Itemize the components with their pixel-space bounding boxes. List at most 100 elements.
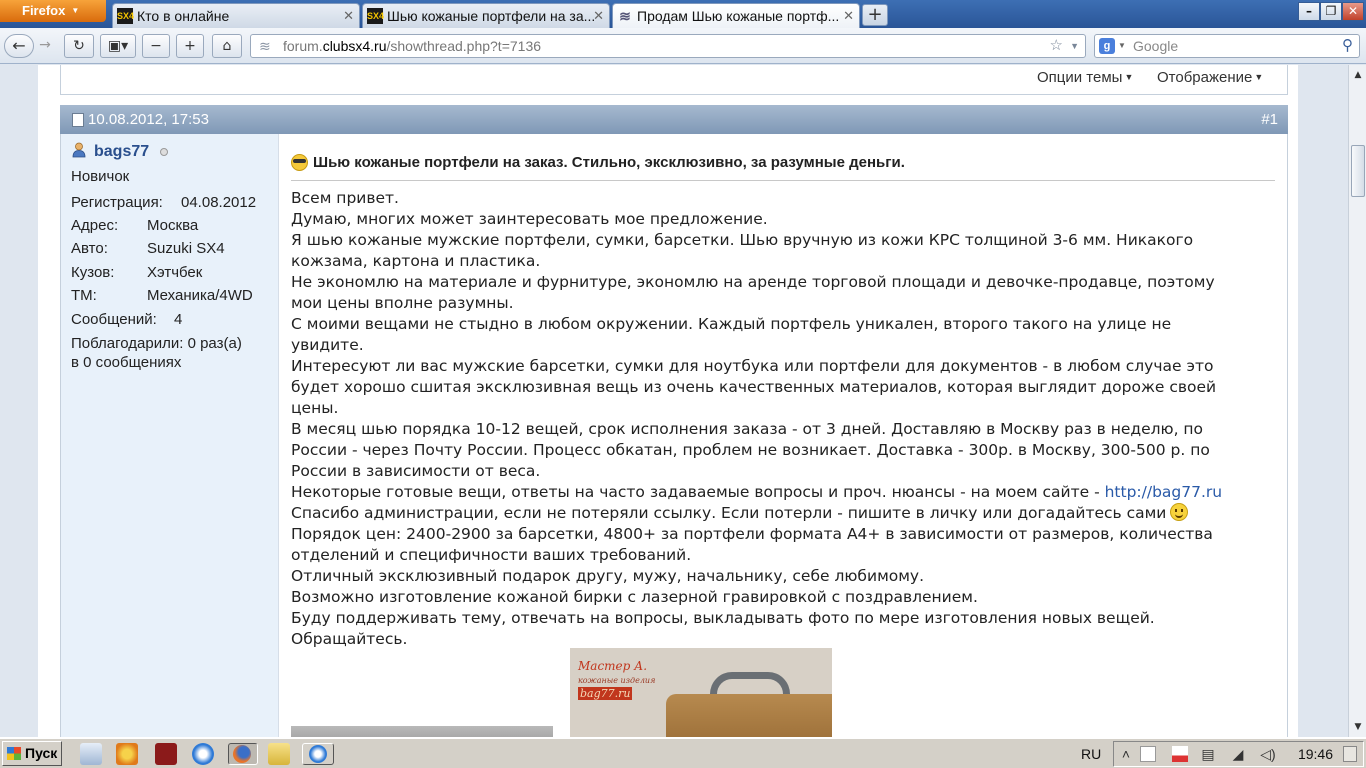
show-desktop-icon[interactable] <box>80 743 102 765</box>
post-document-icon <box>72 113 84 127</box>
back-button[interactable]: ← <box>4 34 34 58</box>
post-header: 10.08.2012, 17:53 #1 <box>60 105 1288 134</box>
post-line: мои цены вполне разумны. <box>291 294 514 312</box>
transmission-label: ТМ: <box>71 287 97 304</box>
address-label: Адрес: <box>71 217 119 234</box>
notification-icon[interactable] <box>1140 746 1156 762</box>
bookmarks-button[interactable]: ▣▾ <box>100 34 136 58</box>
skype-taskbar-icon[interactable] <box>302 743 334 765</box>
post-line: Обращайтесь. <box>291 630 408 648</box>
show-hidden-icons-icon[interactable]: ˄ <box>1118 746 1134 762</box>
taskbar-clock[interactable]: 19:46 <box>1298 746 1333 762</box>
body-type-label: Кузов: <box>71 264 115 281</box>
forward-button[interactable]: → <box>34 34 56 58</box>
volume-icon[interactable]: ◁) <box>1260 746 1276 762</box>
restore-button[interactable]: ❐ <box>1320 2 1342 21</box>
file-manager-icon[interactable] <box>155 743 177 765</box>
url-bar[interactable]: ≋ forum.clubsx4.ru/showthread.php?t=7136… <box>250 34 1086 58</box>
thread-options-menu[interactable]: Опции темы ▼ <box>1037 69 1133 86</box>
post-line: Порядок цен: 2400-2900 за барсетки, 4800… <box>291 525 1213 543</box>
search-placeholder: Google <box>1133 38 1179 54</box>
windows-logo-icon <box>7 747 21 760</box>
show-desktop-button-icon[interactable] <box>1343 746 1357 762</box>
start-button[interactable]: Пуск <box>2 741 62 766</box>
new-tab-button[interactable]: + <box>862 4 888 26</box>
skype-icon <box>309 745 327 763</box>
start-label: Пуск <box>25 745 58 761</box>
thanks-admin-text: Спасибо администрации, если не потеряли … <box>291 504 1167 522</box>
page-viewport: Опции темы ▼ Отображение ▼ 10.08.2012, 17:… <box>0 65 1348 737</box>
signal-strength-icon[interactable]: ◢ <box>1230 746 1246 762</box>
search-icon[interactable]: ⚲ <box>1342 35 1353 57</box>
antivirus-icon[interactable] <box>1172 746 1188 762</box>
home-icon: ⌂ <box>222 38 232 54</box>
post-line: Буду поддерживать тему, отвечать на вопр… <box>291 609 1155 627</box>
url-prefix: forum. <box>283 38 323 54</box>
master-logo: Мастер А. кожаные изделия bag77.ru <box>578 660 655 700</box>
media-player-icon[interactable] <box>116 743 138 765</box>
system-tray: ˄ ▤ ◢ ◁) 19:46 <box>1113 741 1364 767</box>
posts-count-label: Сообщений: <box>71 311 157 328</box>
network-adapter-icon[interactable]: ▤ <box>1200 746 1216 762</box>
chevron-down-icon: ▼ <box>71 6 80 15</box>
post-line: будет хорошо сшитая эксклюзивная вещь из… <box>291 378 1217 396</box>
cool-smiley-icon <box>291 154 308 171</box>
username-link[interactable]: bags77 <box>94 143 149 161</box>
close-tab-icon[interactable]: ✕ <box>843 4 854 28</box>
firefox-menu-button[interactable]: Firefox ▼ <box>0 0 106 22</box>
folder-icon[interactable] <box>268 743 290 765</box>
post-title-text: Шью кожаные портфели на заказ. Стильно, … <box>313 154 905 171</box>
messenger-icon[interactable] <box>192 743 214 765</box>
post-date: 10.08.2012, 17:53 <box>88 111 209 128</box>
bookmark-star-icon[interactable]: ☆ <box>1050 35 1063 57</box>
user-icon <box>72 142 86 158</box>
chevron-down-icon[interactable]: ▼ <box>1118 35 1126 57</box>
address-value: Москва <box>147 217 199 234</box>
scrollbar-thumb[interactable] <box>1351 145 1365 197</box>
post-line: кожзама, картона и пластика. <box>291 252 541 270</box>
product-photo-thumbnail[interactable] <box>291 726 553 737</box>
chevron-down-icon[interactable]: ▼ <box>1070 35 1079 57</box>
tab-leather-portfolios[interactable]: SX4 Шью кожаные портфели на за... ✕ <box>362 3 610 28</box>
tab-online-users[interactable]: SX4 Кто в онлайне ✕ <box>112 3 360 28</box>
post-line: Интересуют ли вас мужские барсетки, сумк… <box>291 357 1214 375</box>
plus-icon: + <box>184 38 196 54</box>
reload-button[interactable]: ↻ <box>64 34 94 58</box>
bag77-site-link[interactable]: http://bag77.ru <box>1105 483 1223 501</box>
scroll-up-icon[interactable]: ▲ <box>1351 67 1365 83</box>
scroll-down-icon[interactable]: ▼ <box>1351 719 1365 735</box>
minus-icon: − <box>150 38 162 54</box>
product-photo-bag[interactable]: Мастер А. кожаные изделия bag77.ru <box>570 648 832 737</box>
tab-current-thread[interactable]: ≋ Продам Шью кожаные портф... ✕ <box>612 3 860 28</box>
close-tab-icon[interactable]: ✕ <box>343 4 354 28</box>
tab-title: Шью кожаные портфели на за... <box>387 8 596 24</box>
firefox-taskbar-icon[interactable] <box>228 743 258 765</box>
url-domain: clubsx4.ru <box>322 38 387 54</box>
post-number-link[interactable]: #1 <box>1261 105 1278 134</box>
chevron-down-icon: ▼ <box>1254 72 1264 82</box>
bookmark-star-icon: ▣▾ <box>107 38 129 54</box>
post-line: России - через Почту России. Процесс обк… <box>291 441 1210 459</box>
page-scrollbar[interactable]: ▲ ▼ <box>1348 65 1366 737</box>
thanks-posts: в 0 сообщениях <box>71 354 182 371</box>
close-tab-icon[interactable]: ✕ <box>593 4 604 28</box>
post-line: Некоторые готовые вещи, ответы на часто … <box>291 482 1281 503</box>
home-button[interactable]: ⌂ <box>212 34 242 58</box>
post-line: цены. <box>291 399 339 417</box>
minimize-button[interactable]: – <box>1298 2 1320 21</box>
search-input[interactable]: g ▼ Google ⚲ <box>1094 34 1360 58</box>
user-info-panel: bags77 Новичок Регистрация: 04.08.2012 А… <box>60 134 279 737</box>
zoom-out-button[interactable]: − <box>142 34 170 58</box>
tab-title: Кто в онлайне <box>137 8 230 24</box>
zoom-in-button[interactable]: + <box>176 34 204 58</box>
display-mode-menu[interactable]: Отображение ▼ <box>1157 69 1263 86</box>
post-line: Спасибо администрации, если не потеряли … <box>291 503 1281 524</box>
close-window-button[interactable]: ✕ <box>1342 2 1364 21</box>
smile-icon <box>1170 503 1189 521</box>
keyboard-language-indicator[interactable]: RU <box>1081 746 1101 762</box>
registration-label: Регистрация: <box>71 194 163 211</box>
forward-arrow-icon: → <box>39 37 51 53</box>
post-title: Шью кожаные портфели на заказ. Стильно, … <box>291 154 1275 181</box>
google-icon[interactable]: g <box>1099 38 1115 54</box>
tab-title: Продам Шью кожаные портф... <box>637 8 840 24</box>
